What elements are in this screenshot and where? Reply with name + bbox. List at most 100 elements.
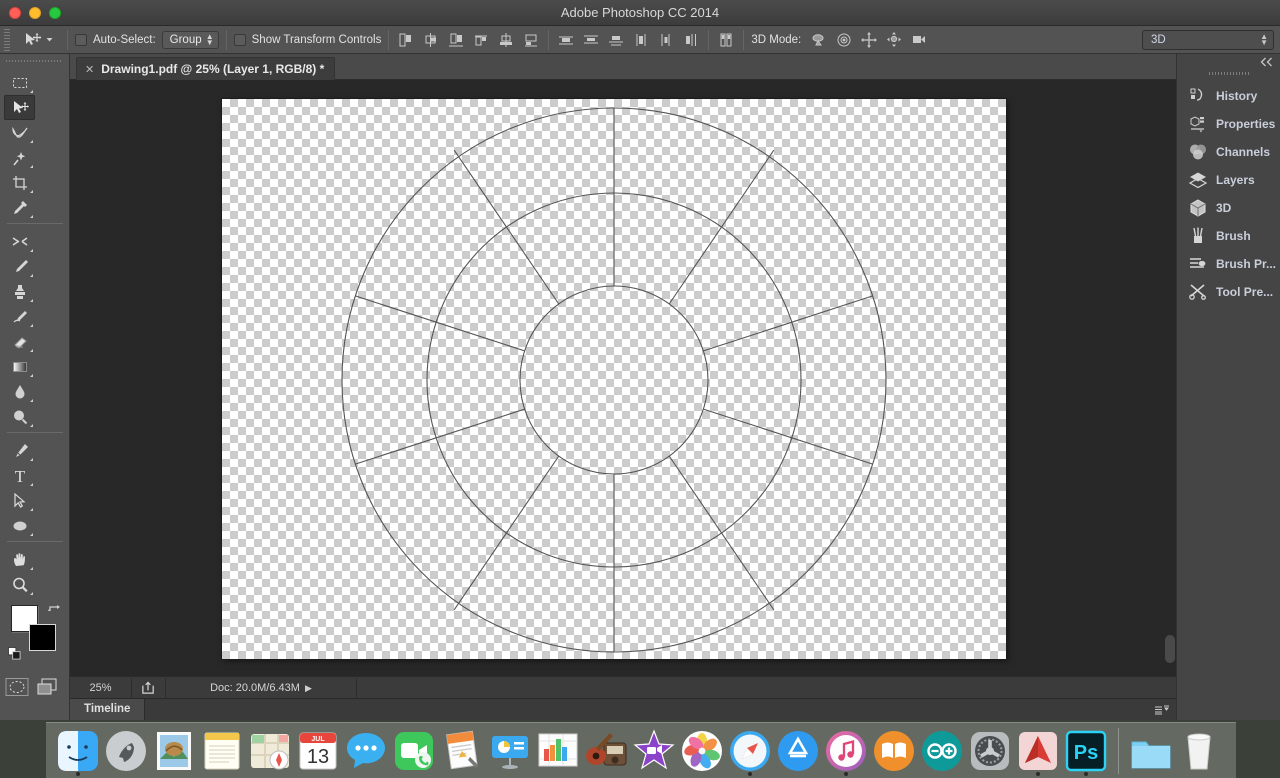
document-info[interactable]: Doc: 20.0M/6.43M ▶ [166,678,356,698]
distribute-right-edges-icon[interactable] [681,30,701,50]
panel-menu-icon[interactable] [1154,703,1170,716]
tools-panel-grip[interactable] [6,56,63,66]
dock-item-facetime[interactable] [390,724,438,778]
eyedropper-tool[interactable] [4,195,35,220]
pen-tool[interactable] [4,438,35,463]
dock-item-messages[interactable] [342,724,390,778]
ellipse-shape-tool[interactable] [4,513,35,538]
tab-timeline[interactable]: Timeline [70,699,146,720]
auto-select-dropdown[interactable]: Group ▲ ▼ [161,30,219,49]
dock-item-launchpad[interactable] [102,724,150,778]
dock-item-photoshop[interactable]: Ps [1062,724,1110,778]
swap-colors-icon[interactable] [47,603,61,617]
dock-item-imovie[interactable] [630,724,678,778]
align-top-edges-icon[interactable] [471,30,491,50]
notes-icon [204,732,240,769]
play-arrow-icon[interactable]: ▶ [305,683,312,693]
panel-tab-brush-presets[interactable]: Brush Pr... [1177,250,1280,278]
dock-item-finder[interactable] [54,724,102,778]
screen-mode-icon[interactable] [35,675,59,699]
dock-item-app-store[interactable] [774,724,822,778]
blur-tool[interactable] [4,379,35,404]
dodge-tool[interactable] [4,404,35,429]
zoom-level-field[interactable]: 25% [70,677,132,698]
background-color-swatch[interactable] [28,624,56,651]
close-icon[interactable]: ✕ [85,63,94,76]
auto-align-layers-icon[interactable] [716,30,736,50]
rectangular-marquee-tool[interactable] [4,70,35,95]
panel-tab-channels[interactable]: Channels [1177,138,1280,166]
auto-select-checkbox[interactable] [75,33,87,46]
canvas-area[interactable] [70,80,1176,676]
zoom-3d-camera-icon[interactable] [909,30,929,50]
dock-item-pages[interactable] [438,724,486,778]
dock-item-arduino[interactable] [918,724,966,778]
hand-tool[interactable] [4,547,35,572]
clone-stamp-tool[interactable] [4,279,35,304]
default-colors-icon[interactable] [7,647,21,660]
gradient-tool[interactable] [4,354,35,379]
type-tool[interactable]: T [4,463,35,488]
distribute-left-edges-icon[interactable] [631,30,651,50]
dock-item-notes[interactable] [198,724,246,778]
crop-tool[interactable] [4,170,35,195]
dock-item-safari[interactable] [726,724,774,778]
document-tab[interactable]: ✕ Drawing1.pdf @ 25% (Layer 1, RGB/8) * [76,57,336,80]
workspace-switcher[interactable]: 3D ▲ ▼ [1142,30,1274,50]
dock-item-maps[interactable] [246,724,294,778]
eraser-tool[interactable] [4,329,35,354]
status-bar-filler [356,677,1176,698]
orbit-3d-icon[interactable] [809,30,829,50]
panel-tab-brush[interactable]: Brush [1177,222,1280,250]
align-horizontal-centers-icon[interactable] [421,30,441,50]
panel-dock-grip[interactable] [1208,69,1249,78]
dock-item-keynote[interactable] [486,724,534,778]
align-bottom-edges-icon[interactable] [521,30,541,50]
align-vertical-centers-icon[interactable] [496,30,516,50]
dock-item-garageband[interactable] [582,724,630,778]
distribute-bottom-edges-icon[interactable] [606,30,626,50]
collapse-panels-button[interactable] [1177,54,1280,69]
share-button[interactable] [132,677,166,698]
roll-3d-icon[interactable] [834,30,854,50]
panel-tab-3d[interactable]: 3D [1177,194,1280,222]
slide-3d-icon[interactable] [884,30,904,50]
dock-item-autocad[interactable] [1014,724,1062,778]
tool-more-corner [30,165,33,168]
dock-item-ibooks[interactable] [870,724,918,778]
canvas-vertical-scrollbar[interactable] [1165,635,1175,663]
panel-tab-layers[interactable]: Layers [1177,166,1280,194]
distribute-vertical-centers-icon[interactable] [581,30,601,50]
panel-tab-tool-presets[interactable]: Tool Pre... [1177,278,1280,306]
dock-item-numbers[interactable] [534,724,582,778]
current-tool-indicator[interactable] [16,30,60,50]
dock-item-photos[interactable] [678,724,726,778]
brush-tool[interactable] [4,254,35,279]
panel-tab-history[interactable]: History [1177,82,1280,110]
dock-item-trash[interactable] [1175,724,1223,778]
panel-tab-properties[interactable]: Properties [1177,110,1280,138]
dock-item-photos-stamp[interactable] [150,724,198,778]
dock-item-calendar[interactable]: JUL 13 [294,724,342,778]
history-brush-tool[interactable] [4,304,35,329]
path-selection-tool[interactable] [4,488,35,513]
zoom-tool[interactable] [4,572,35,597]
dock-item-itunes[interactable] [822,724,870,778]
align-right-edges-icon[interactable] [446,30,466,50]
options-bar-grip[interactable] [2,28,12,51]
quick-mask-mode-icon[interactable] [5,675,29,699]
magic-wand-tool[interactable] [4,145,35,170]
dock-item-system-preferences[interactable] [966,724,1014,778]
pan-3d-icon[interactable] [859,30,879,50]
dock-item-downloads-folder[interactable] [1127,724,1175,778]
lasso-tool[interactable] [4,120,35,145]
document-canvas[interactable] [222,99,1006,659]
spot-healing-brush-tool[interactable] [4,229,35,254]
show-transform-checkbox[interactable] [233,33,246,46]
chevron-down-icon[interactable] [45,35,54,44]
move-tool[interactable] [4,95,35,120]
hand-icon [13,552,25,566]
distribute-horizontal-centers-icon[interactable] [656,30,676,50]
align-left-edges-icon[interactable] [396,30,416,50]
distribute-top-edges-icon[interactable] [556,30,576,50]
